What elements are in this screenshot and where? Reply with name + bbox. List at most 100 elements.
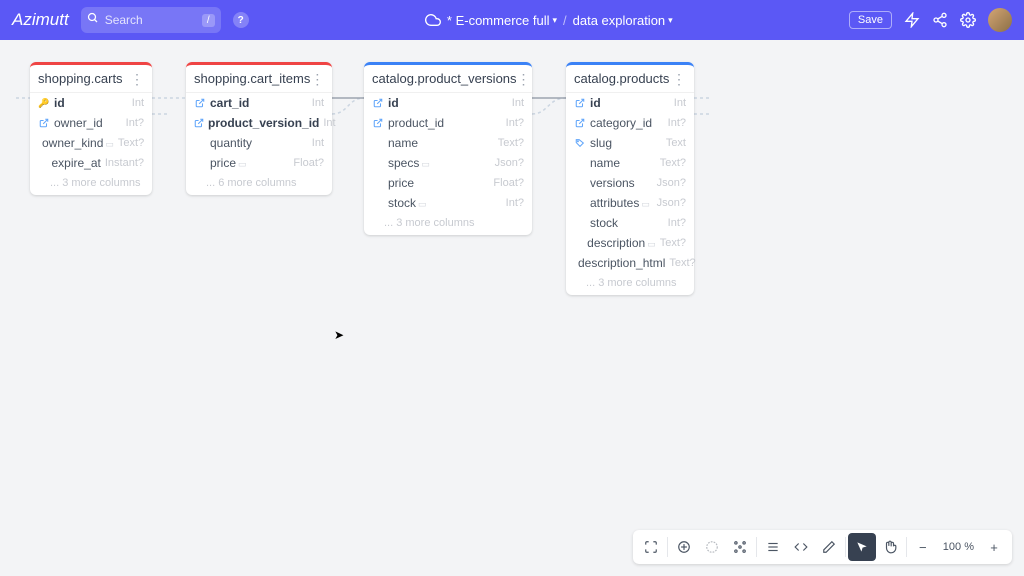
gear-icon[interactable] [960,12,976,28]
bolt-icon[interactable] [904,12,920,28]
fit-icon[interactable] [637,533,665,561]
entity-carts[interactable]: shopping.carts⋮🔑idIntowner_idInt?owner_k… [30,62,152,195]
column-row[interactable]: priceFloat? [364,173,532,193]
entity-menu-icon[interactable]: ⋮ [517,72,531,86]
logo[interactable]: Azimutt [12,10,69,30]
entity-product_versions[interactable]: catalog.product_versions⋮idIntproduct_id… [364,62,532,235]
column-type: Int [312,97,324,109]
entity-cart_items[interactable]: shopping.cart_items⋮cart_idIntproduct_ve… [186,62,332,195]
column-row[interactable]: id Int [566,93,694,113]
column-row[interactable]: product_idInt? [364,113,532,133]
column-row[interactable]: cart_id Int [186,93,332,113]
column-row[interactable]: quantityInt [186,133,332,153]
column-row[interactable]: description_htmlText? [566,253,694,273]
entity-products[interactable]: catalog.products⋮ id Int category_id Int? slu… [566,62,694,295]
group-icon[interactable] [698,533,726,561]
column-row[interactable]: versionsJson? [566,173,694,193]
more-columns[interactable]: ... 6 more columns [186,173,332,195]
comment-icon: ▭ [418,199,427,209]
column-name: expire_at [51,156,100,170]
search-kbd: / [202,14,215,27]
entity-header[interactable]: catalog.product_versions⋮ [364,62,532,93]
link-icon [38,118,50,128]
column-row[interactable]: product_version_idInt [186,113,332,133]
column-name: id [590,96,670,110]
tag-icon [574,138,586,148]
column-row[interactable]: stockInt? [566,213,694,233]
column-row[interactable]: expire_atInstant? [30,153,152,173]
column-type: Float? [493,177,524,189]
column-name: name [590,156,656,170]
column-row[interactable]: nameText? [566,153,694,173]
column-row[interactable]: owner_kind▭Text? [30,133,152,153]
more-columns[interactable]: ... 3 more columns [566,273,694,295]
pointer-tool[interactable] [848,533,876,561]
column-row[interactable]: category_id Int? [566,113,694,133]
column-type: Int? [668,117,686,129]
add-table-icon[interactable] [670,533,698,561]
column-row[interactable]: 🔑idInt [30,93,152,113]
list-icon[interactable] [759,533,787,561]
edit-icon[interactable] [815,533,843,561]
canvas[interactable]: shopping.carts⋮🔑idIntowner_idInt?owner_k… [0,40,1024,576]
column-row[interactable]: price▭Float? [186,153,332,173]
code-icon[interactable] [787,533,815,561]
comment-icon: ▭ [641,199,650,209]
avatar[interactable] [988,8,1012,32]
column-name: cart_id [210,96,308,110]
search-box[interactable]: / [81,7,221,33]
entity-menu-icon[interactable]: ⋮ [310,72,324,86]
column-type: Int [674,97,686,109]
column-row[interactable]: nameText? [364,133,532,153]
column-type: Int [312,137,324,149]
cursor-icon: ➤ [334,328,344,342]
layout-dropdown[interactable]: data exploration▾ [573,13,673,28]
entity-menu-icon[interactable]: ⋮ [672,72,686,86]
more-columns[interactable]: ... 3 more columns [364,213,532,235]
help-icon[interactable]: ? [233,12,249,28]
column-row[interactable]: owner_idInt? [30,113,152,133]
key-icon: 🔑 [38,98,50,109]
link-icon [574,118,586,128]
search-input[interactable] [105,13,196,27]
hand-tool[interactable] [876,533,904,561]
entity-menu-icon[interactable]: ⋮ [130,72,144,86]
auto-layout-icon[interactable] [726,533,754,561]
link-icon [194,118,204,128]
search-icon [87,11,99,29]
link-icon [372,98,384,108]
comment-icon: ▭ [105,139,114,149]
column-row[interactable]: stock▭ Int? [364,193,532,213]
column-type: Json? [657,197,686,209]
column-type: Json? [495,157,524,169]
column-row[interactable]: idInt [364,93,532,113]
column-type: Int? [506,197,524,209]
zoom-in-button[interactable]: + [980,533,1008,561]
entity-header[interactable]: catalog.products⋮ [566,62,694,93]
column-row[interactable]: attributes▭ Json? [566,193,694,213]
column-type: Text? [669,257,695,269]
column-name: id [388,96,508,110]
column-name: attributes▭ [590,196,653,210]
entity-header[interactable]: shopping.carts⋮ [30,62,152,93]
entity-title: shopping.cart_items [194,71,310,86]
save-button[interactable]: Save [849,11,892,29]
column-name: specs▭ [388,156,491,170]
column-row[interactable]: description▭Text? [566,233,694,253]
share-icon[interactable] [932,12,948,28]
column-name: stock▭ [388,196,502,210]
column-name: stock [590,216,664,230]
comment-icon: ▭ [238,159,247,169]
more-columns[interactable]: ... 3 more columns [30,173,152,195]
column-type: Int [323,117,335,129]
project-dropdown[interactable]: * E-commerce full▾ [447,13,557,28]
column-name: category_id [590,116,664,130]
column-row[interactable]: specs▭ Json? [364,153,532,173]
cloud-icon [425,12,441,28]
entity-header[interactable]: shopping.cart_items⋮ [186,62,332,93]
column-type: Int? [506,117,524,129]
zoom-level: 100 % [937,541,980,553]
app-header: Azimutt / ? * E-commerce full▾ / data ex… [0,0,1024,40]
column-row[interactable]: slugText [566,133,694,153]
zoom-out-button[interactable]: − [909,533,937,561]
